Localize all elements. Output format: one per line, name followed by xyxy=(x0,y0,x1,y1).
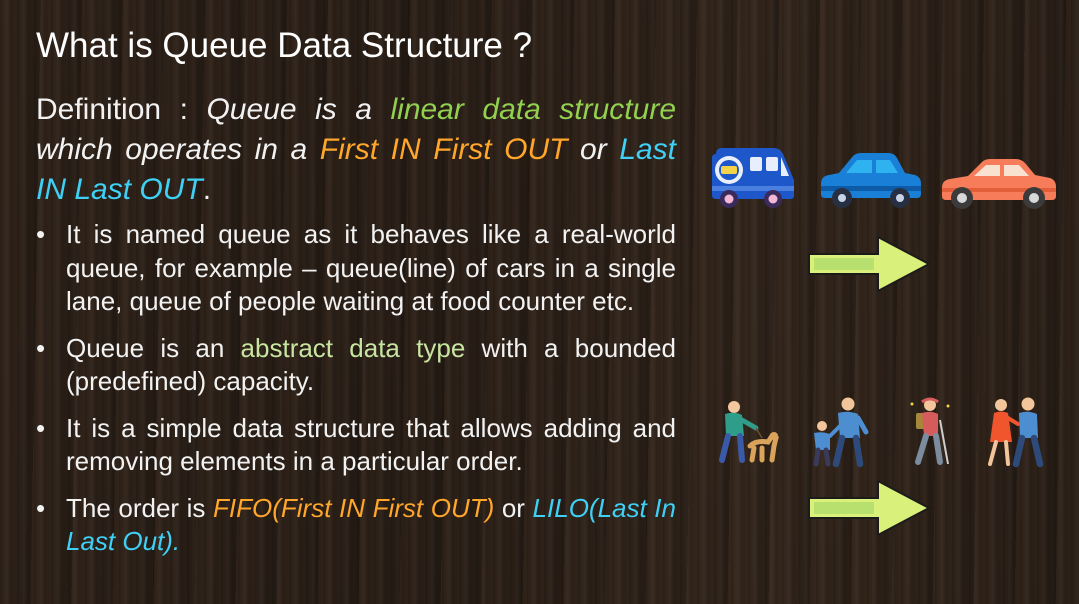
blue-car-icon xyxy=(817,150,923,212)
bullet-marker: • xyxy=(36,492,46,523)
definition-highlight-linear: linear data structure xyxy=(390,93,677,126)
couple-icon xyxy=(984,396,1048,468)
person-with-dog-icon xyxy=(712,398,780,466)
bullet-text: The order is xyxy=(66,492,214,523)
page-title: What is Queue Data Structure ? xyxy=(36,26,533,65)
definition-text-3: or xyxy=(567,133,620,166)
bullet-marker: • xyxy=(36,412,46,443)
definition-text-4: . xyxy=(202,173,212,206)
bullet-text: It is a simple data structure that allow… xyxy=(66,412,676,477)
definition-highlight-fifo: First IN First OUT xyxy=(319,133,568,166)
bullet-item: • It is a simple data structure that allo… xyxy=(36,412,676,479)
bullet-text: Queue is an xyxy=(66,332,241,363)
definition-paragraph: Definition : Queue is a linear data stru… xyxy=(36,90,676,210)
bullet-highlight-abstract: abstract data type xyxy=(240,332,466,363)
bullet-text: or xyxy=(494,492,533,523)
bullet-text: It is named queue as it behaves like a r… xyxy=(66,219,676,316)
bullet-item: • It is named queue as it behaves like a … xyxy=(36,218,676,319)
bullet-marker: • xyxy=(36,219,46,249)
bullet-list: • It is named queue as it behaves like a … xyxy=(36,218,676,572)
definition-lead: Definition : xyxy=(36,93,207,126)
bullet-highlight-fifo: FIFO(First IN First OUT) xyxy=(213,492,495,523)
parent-child-icon xyxy=(808,396,870,468)
bullet-item: • The order is FIFO(First IN First OUT) o… xyxy=(36,492,676,559)
right-arrow-icon xyxy=(806,234,932,294)
definition-text-2: which operates in a xyxy=(36,133,320,166)
hiker-icon xyxy=(904,396,956,466)
definition-text-1: Queue is a xyxy=(206,93,391,126)
right-arrow-icon xyxy=(806,478,932,538)
orange-car-icon xyxy=(938,154,1060,212)
van-icon xyxy=(710,146,796,212)
bullet-marker: • xyxy=(36,332,46,363)
bullet-item: • Queue is an abstract data type with a b… xyxy=(36,332,676,399)
